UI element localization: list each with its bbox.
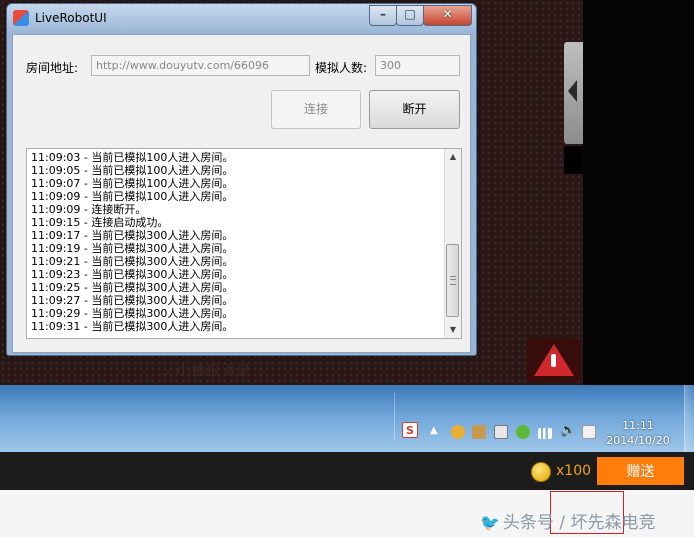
liverobot-window: LiveRobotUI – □ ✕ 房间地址: 模拟人数: 连接 断开 11:0… — [6, 3, 477, 356]
log-line: 11:09:21 - 当前已模拟300人进入房间。 — [31, 255, 234, 268]
send-gift-button[interactable]: 赠送 — [597, 457, 684, 485]
scroll-down-icon[interactable]: ▼ — [445, 322, 461, 338]
maximize-button[interactable]: □ — [396, 5, 424, 26]
folder-icon[interactable] — [472, 425, 486, 439]
signal-icon[interactable] — [538, 428, 552, 439]
room-address-label: 房间地址: — [26, 61, 79, 75]
taskbar-clock[interactable]: 11:11 2014/10/20 — [605, 418, 671, 448]
log-line: 11:09:27 - 当前已模拟300人进入房间。 — [31, 294, 234, 307]
scroll-thumb[interactable] — [446, 244, 459, 317]
simulated-count-input[interactable] — [375, 55, 460, 76]
log-textbox[interactable]: 11:09:03 - 当前已模拟100人进入房间。 11:09:05 - 当前已模… — [26, 148, 462, 339]
close-button[interactable]: ✕ — [423, 5, 472, 26]
show-hidden-icons-icon[interactable]: ▲ — [430, 425, 444, 439]
window-title: LiveRobotUI — [35, 11, 107, 25]
action-center-icon[interactable] — [582, 425, 596, 439]
log-line: 11:09:15 - 连接启动成功。 — [31, 216, 169, 229]
sogou-ime-icon[interactable]: S — [402, 422, 418, 438]
log-line: 11:09:31 - 当前已模拟300人进入房间。 — [31, 320, 234, 333]
log-line: 11:09:29 - 当前已模拟300人进入房间。 — [31, 307, 234, 320]
security-icon[interactable] — [516, 425, 530, 439]
maximize-icon: □ — [404, 7, 416, 21]
log-lines: 11:09:03 - 当前已模拟100人进入房间。 11:09:05 - 当前已模… — [31, 151, 441, 333]
minimize-button[interactable]: – — [369, 5, 397, 26]
coin-count: x100 — [556, 463, 592, 479]
gift-bar: x100 赠送 — [0, 452, 694, 490]
show-desktop-button[interactable] — [684, 385, 694, 452]
clock-date: 2014/10/20 — [606, 434, 670, 447]
app-icon — [13, 10, 29, 26]
chevron-left-icon — [568, 80, 577, 102]
side-dark-block — [564, 146, 583, 174]
log-line: 11:09:09 - 连接断开。 — [31, 203, 147, 216]
minimize-icon: – — [380, 7, 386, 21]
window-client-area: 房间地址: 模拟人数: 连接 断开 11:09:03 - 当前已模拟100人进入… — [12, 34, 471, 353]
scroll-up-icon[interactable]: ▲ — [445, 149, 461, 165]
log-line: 11:09:05 - 当前已模拟100人进入房间。 — [31, 164, 234, 177]
stream-right-panel — [583, 0, 694, 385]
log-line: 11:09:25 - 当前已模拟300人进入房间。 — [31, 281, 234, 294]
log-line: 11:09:07 - 当前已模拟100人进入房间。 — [31, 177, 234, 190]
side-panel-toggle[interactable] — [564, 42, 583, 144]
log-line: 11:09:17 - 当前已模拟300人进入房间。 — [31, 229, 234, 242]
clipboard-icon[interactable] — [494, 425, 508, 439]
taskbar: S ▲ 🔈 11:11 2014/10/20 — [0, 385, 694, 452]
bird-logo-icon: 🐦 — [480, 513, 500, 532]
qq-icon[interactable] — [451, 425, 465, 439]
log-line: 11:09:23 - 当前已模拟300人进入房间。 — [31, 268, 234, 281]
title-bar[interactable]: LiveRobotUI – □ ✕ — [7, 4, 476, 32]
log-line: 11:09:03 - 当前已模拟100人进入房间。 — [31, 151, 234, 164]
report-button[interactable] — [526, 338, 581, 382]
connect-button[interactable]: 连接 — [271, 90, 361, 129]
log-scrollbar[interactable]: ▲ ▼ — [444, 149, 461, 338]
room-address-input[interactable] — [91, 55, 310, 76]
simulated-count-label: 模拟人数: — [315, 61, 368, 75]
log-line: 11:09:19 - 当前已模拟300人进入房间。 — [31, 242, 234, 255]
disconnect-button[interactable]: 断开 — [369, 90, 460, 129]
volume-icon[interactable]: 🔈 — [560, 423, 576, 438]
coin-icon — [531, 462, 551, 482]
close-icon: ✕ — [442, 7, 453, 21]
watermark: 🐦 头条号 / 坏先森电竞 — [480, 513, 656, 533]
log-line: 11:09:09 - 当前已模拟100人进入房间。 — [31, 190, 234, 203]
clock-time: 11:11 — [622, 419, 654, 432]
stream-overlay-text: ...小播报消息... — [160, 363, 268, 379]
